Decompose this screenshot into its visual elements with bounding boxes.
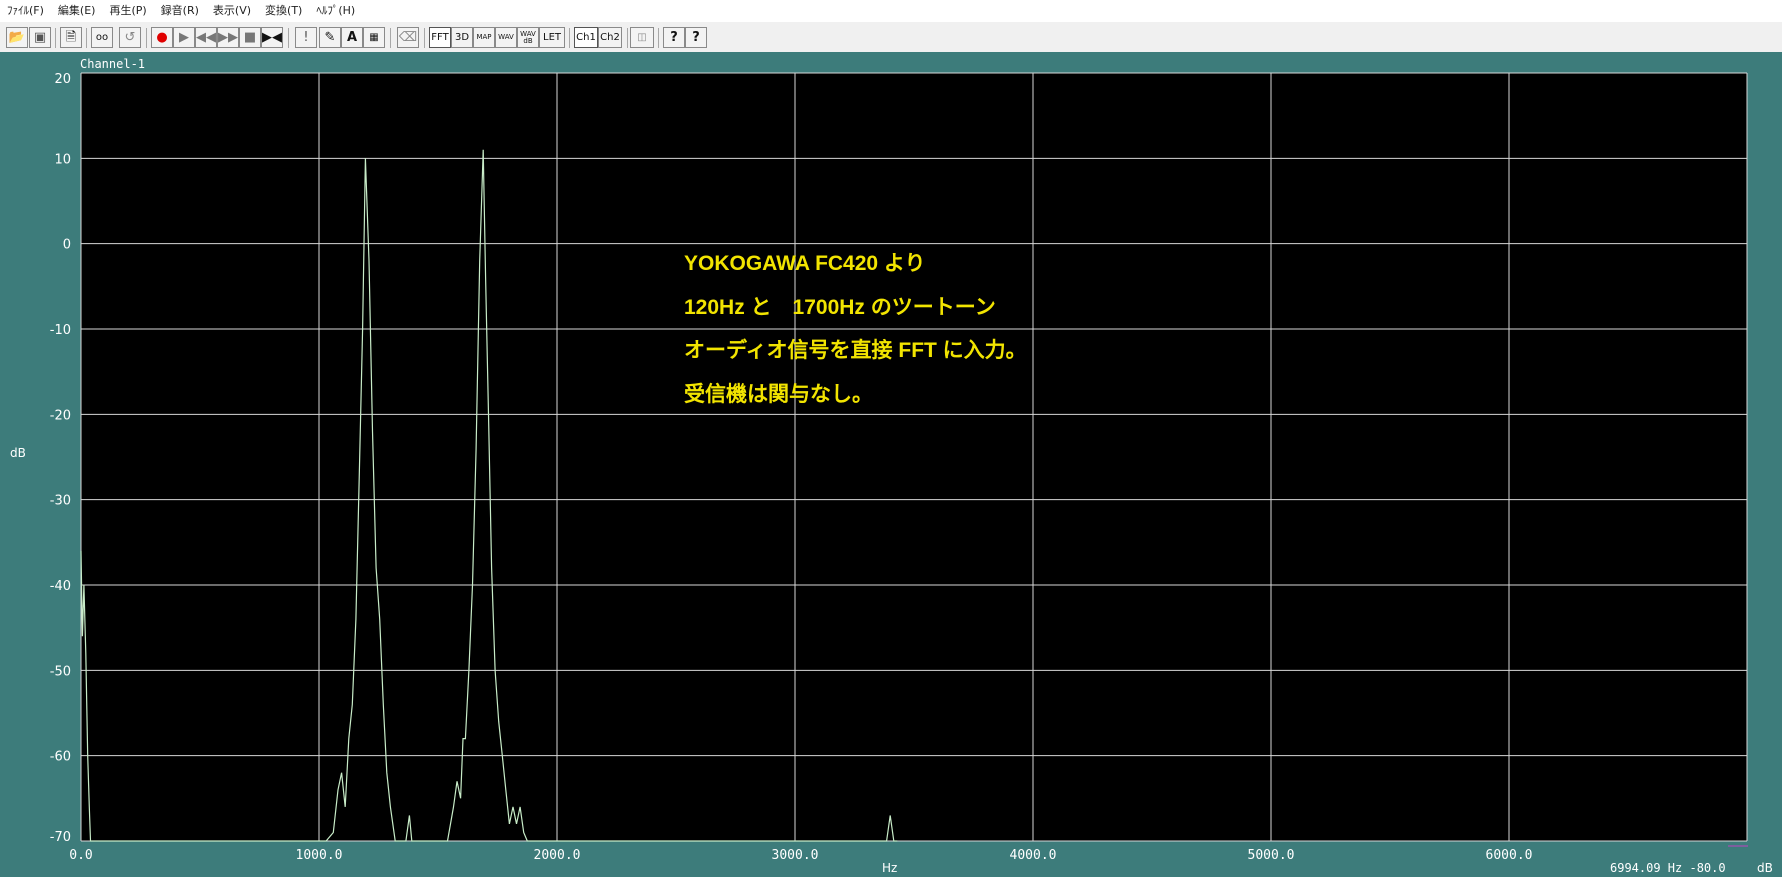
save-button[interactable]: ▣ — [29, 27, 51, 48]
play-button[interactable]: ▶ — [173, 27, 195, 48]
3d-button[interactable]: 3D — [451, 27, 473, 48]
grid-icon: ▦ — [369, 31, 379, 43]
eraser-button[interactable]: ⌫ — [397, 27, 419, 48]
text-button[interactable]: A — [341, 27, 363, 48]
y-tick-label: -50 — [50, 664, 71, 679]
wav-db-button[interactable]: WAV dB — [517, 27, 539, 48]
ch2-button[interactable]: Ch2 — [598, 27, 622, 48]
x-axis-label: Hz — [882, 861, 897, 875]
y-tick-label: 20 — [54, 72, 71, 87]
record-icon: ● — [156, 30, 168, 45]
stop-icon: ■ — [243, 30, 257, 45]
x-tick-label: 1000.0 — [296, 848, 343, 863]
x-tick-label: 0.0 — [69, 848, 92, 863]
fast-forward-icon: ▶▶ — [218, 30, 238, 45]
y-tick-label: 10 — [54, 152, 71, 167]
y-tick-label: -30 — [50, 494, 71, 509]
let-button[interactable]: LET — [539, 27, 565, 48]
y-tick-label: 0 — [63, 238, 71, 253]
y-tick-label: -60 — [50, 750, 71, 765]
help-pointer-button[interactable]: ? — [685, 27, 707, 48]
menu-play[interactable]: 再生(P) — [102, 0, 153, 22]
annotation-line-1: YOKOGAWA FC420 より — [684, 252, 926, 275]
skip-icon: ▶◀ — [262, 30, 282, 45]
pencil-icon: ✎ — [324, 30, 336, 45]
binoculars-button[interactable]: oo — [91, 27, 113, 48]
menu-record[interactable]: 録音(R) — [154, 0, 206, 22]
wav-button[interactable]: WAV — [495, 27, 517, 48]
menu-view[interactable]: 表示(V) — [206, 0, 258, 22]
x-tick-label: 5000.0 — [1248, 848, 1295, 863]
plot-background — [81, 73, 1747, 841]
y-tick-labels: 20 10 0 -10 -20 -30 -40 -50 -60 -70 — [50, 72, 71, 845]
annotation-text: YOKOGAWA FC420 より 120Hz と 1700Hz のツートーン … — [684, 242, 1027, 416]
undo-icon: ↺ — [124, 30, 136, 45]
channel-label: Channel-1 — [80, 57, 145, 71]
columns-icon: ◫ — [637, 31, 647, 43]
ch1-button[interactable]: Ch1 — [574, 27, 598, 48]
eraser-icon: ⌫ — [398, 30, 418, 45]
open-folder-icon: 📂 — [8, 30, 26, 45]
menu-edit[interactable]: 編集(E) — [51, 0, 103, 22]
y-tick-label: -40 — [50, 579, 71, 594]
y-tick-label: -70 — [50, 830, 71, 845]
annotation-line-3: オーディオ信号を直接 FFT に入力。 — [684, 339, 1027, 362]
menu-help[interactable]: ﾍﾙﾌﾟ(H) — [309, 0, 362, 22]
print-preview-icon: 🗎 — [65, 30, 77, 45]
play-icon: ▶ — [179, 30, 189, 45]
print-preview-button[interactable]: 🗎 — [60, 27, 82, 48]
record-button[interactable]: ● — [151, 27, 173, 48]
skip-button[interactable]: ▶◀ — [261, 27, 283, 48]
fast-forward-button[interactable]: ▶▶ — [217, 27, 239, 48]
columns-button[interactable]: ◫ — [630, 27, 654, 48]
status-readout-unit: dB — [1757, 861, 1773, 875]
text-icon: A — [346, 30, 358, 45]
help-button[interactable]: ? — [663, 27, 685, 48]
x-tick-label: 4000.0 — [1010, 848, 1057, 863]
x-tick-label: 3000.0 — [772, 848, 819, 863]
exclamation-icon: ! — [303, 30, 309, 45]
spectrum-window: 20 10 0 -10 -20 -30 -40 -50 -60 -70 0.0 1000.0 2000… — [0, 52, 1782, 877]
y-axis-label: dB — [10, 446, 26, 460]
floppy-icon: ▣ — [33, 30, 47, 45]
pencil-button[interactable]: ✎ — [319, 27, 341, 48]
menu-convert[interactable]: 変換(T) — [258, 0, 309, 22]
y-tick-label: -10 — [50, 323, 71, 338]
open-file-button[interactable]: 📂 — [6, 27, 28, 48]
toolbar: 📂 ▣ 🗎 oo ↺ ● ▶ ◀◀ ▶▶ ■ ▶◀ ! ✎ A ▦ ⌫ FFT … — [0, 24, 1782, 53]
annotation-line-4: 受信機は関与なし。 — [684, 382, 873, 406]
menu-file[interactable]: ﾌｧｲﾙ(F) — [0, 0, 51, 22]
stop-button[interactable]: ■ — [239, 27, 261, 48]
x-tick-label: 2000.0 — [534, 848, 581, 863]
y-tick-label: -20 — [50, 408, 71, 423]
status-readout: 6994.09 Hz -80.0 — [1610, 861, 1726, 875]
menu-bar: ﾌｧｲﾙ(F) 編集(E) 再生(P) 録音(R) 表示(V) 変換(T) ﾍﾙ… — [0, 0, 1782, 22]
rewind-icon: ◀◀ — [196, 30, 216, 45]
undo-button[interactable]: ↺ — [119, 27, 141, 48]
grid-button[interactable]: ▦ — [363, 27, 385, 48]
map-button[interactable]: MAP — [473, 27, 495, 48]
x-tick-labels: 0.0 1000.0 2000.0 3000.0 4000.0 5000.0 6000.0 — [69, 848, 1532, 863]
marker-button[interactable]: ! — [295, 27, 317, 48]
fft-button[interactable]: FFT — [429, 27, 451, 48]
rewind-button[interactable]: ◀◀ — [195, 27, 217, 48]
annotation-line-2: 120Hz と 1700Hz のツートーン — [684, 295, 996, 319]
x-tick-label: 6000.0 — [1486, 848, 1533, 863]
spectrum-chart: 20 10 0 -10 -20 -30 -40 -50 -60 -70 0.0 1000.0 2000… — [10, 57, 1773, 875]
binoculars-icon: oo — [95, 31, 109, 43]
